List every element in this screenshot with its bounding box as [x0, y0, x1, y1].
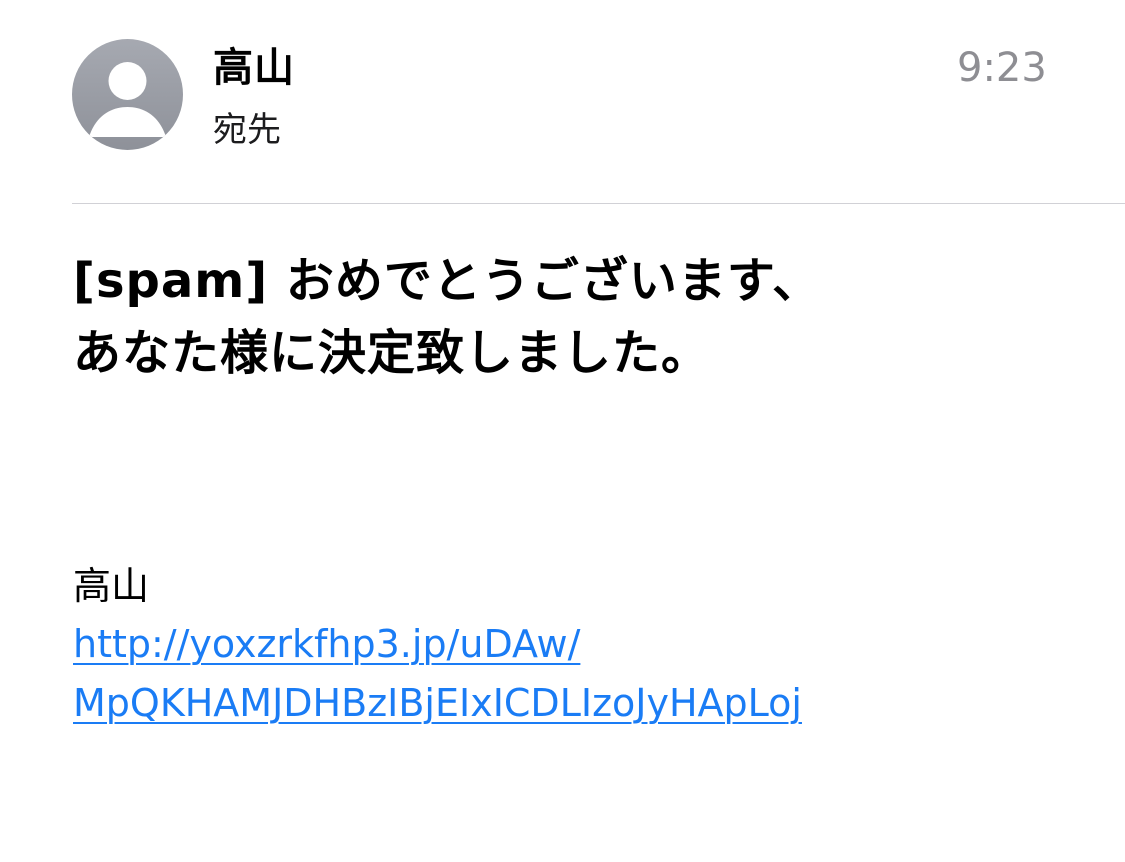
recipient-row[interactable]: 宛先 [213, 106, 587, 154]
message-body: 高山 http://yoxzrkfhp3.jp/uDAw/ MpQKHAMJDH… [73, 557, 1073, 733]
person-silhouette-icon [89, 62, 166, 137]
message-time: 9:23 [957, 45, 1047, 91]
subject-line-1: [spam] おめでとうございます、 [73, 253, 822, 309]
body-sender-name: 高山 [73, 564, 150, 608]
subject-line-2: あなた様に決定致しました。 [73, 325, 711, 381]
sender-name[interactable]: 高山 [213, 44, 295, 92]
message-subject: [spam] おめでとうございます、 あなた様に決定致しました。 [73, 245, 1053, 389]
message-link[interactable]: http://yoxzrkfhp3.jp/uDAw/ MpQKHAMJDHBzI… [73, 615, 1073, 733]
recipient-label: 宛先 [213, 110, 281, 150]
message-link-line-1[interactable]: http://yoxzrkfhp3.jp/uDAw/ [73, 615, 1073, 674]
avatar[interactable] [72, 39, 183, 150]
message-link-line-2[interactable]: MpQKHAMJDHBzIBjEIxICDLIzoJyHApLoj [73, 674, 1073, 733]
header-divider [72, 203, 1125, 204]
recipient-value-redacted [286, 121, 587, 152]
message-header: 高山 宛先 9:23 [0, 0, 1125, 204]
